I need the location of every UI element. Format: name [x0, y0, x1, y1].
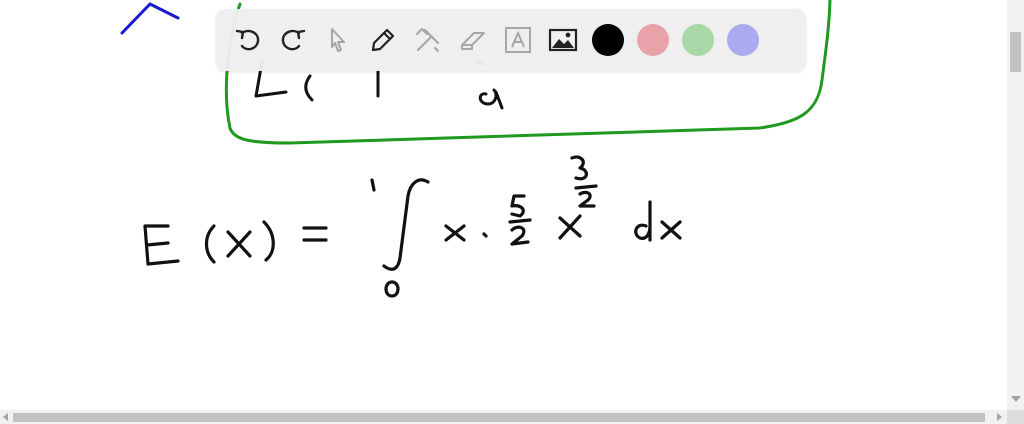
scroll-right-icon[interactable]: [997, 413, 1002, 421]
upper-limit-1: [370, 178, 376, 192]
horizontal-scroll-thumb[interactable]: [13, 413, 985, 422]
letter-dx-x: [660, 220, 682, 240]
exponent-three: [570, 155, 588, 181]
power-x: [558, 214, 582, 240]
handwritten-equation: [143, 155, 682, 298]
equals-sign: [302, 226, 328, 242]
pen-icon: [371, 28, 395, 52]
color-swatch-purple[interactable]: [721, 18, 765, 62]
letter-x: [226, 230, 252, 258]
paren-left: [204, 224, 216, 264]
undo-button[interactable]: [226, 18, 270, 62]
paren-right: [262, 220, 275, 262]
integrand-x: [444, 224, 466, 242]
image-icon: [548, 28, 578, 52]
vertical-scroll-thumb[interactable]: [1010, 32, 1021, 72]
text-tool-button[interactable]: [496, 18, 540, 62]
color-swatch-red[interactable]: [631, 18, 675, 62]
tools-button[interactable]: [406, 18, 450, 62]
tools-icon: [415, 27, 440, 53]
redo-button[interactable]: [271, 18, 315, 62]
undo-icon: [235, 29, 260, 51]
letter-d: [634, 200, 652, 242]
integral-sign: [382, 178, 430, 271]
redo-icon: [281, 29, 306, 51]
scroll-down-icon[interactable]: [1011, 396, 1021, 402]
image-insert-button[interactable]: [541, 18, 585, 62]
swatch-purple-circle: [727, 24, 759, 56]
fraction-five: [510, 194, 526, 218]
drawing-toolbar: [216, 9, 806, 71]
color-swatch-green[interactable]: [676, 18, 720, 62]
swatch-red-circle: [637, 24, 669, 56]
dot: [482, 232, 488, 238]
vertical-scrollbar[interactable]: [1007, 0, 1024, 410]
eraser-tool-button[interactable]: [451, 18, 495, 62]
pen-tool-button[interactable]: [361, 18, 405, 62]
lower-limit-0: [384, 280, 400, 298]
select-pointer-icon: [331, 28, 345, 52]
scroll-left-icon[interactable]: [3, 413, 8, 421]
exponent-bar: [574, 184, 598, 190]
text-icon: [505, 27, 531, 53]
exponent-two: [578, 190, 596, 208]
swatch-green-circle: [682, 24, 714, 56]
blue-ink-stroke: [120, 2, 180, 35]
color-swatch-black[interactable]: [586, 18, 630, 62]
fraction-bar: [508, 218, 532, 224]
eraser-icon: [461, 32, 485, 50]
swatch-black-circle: [592, 24, 624, 56]
letter-E: [143, 224, 180, 266]
fraction-two: [510, 225, 530, 246]
scrollbar-corner: [1007, 410, 1024, 424]
select-tool-button[interactable]: [316, 18, 360, 62]
horizontal-scrollbar[interactable]: [0, 410, 1007, 424]
